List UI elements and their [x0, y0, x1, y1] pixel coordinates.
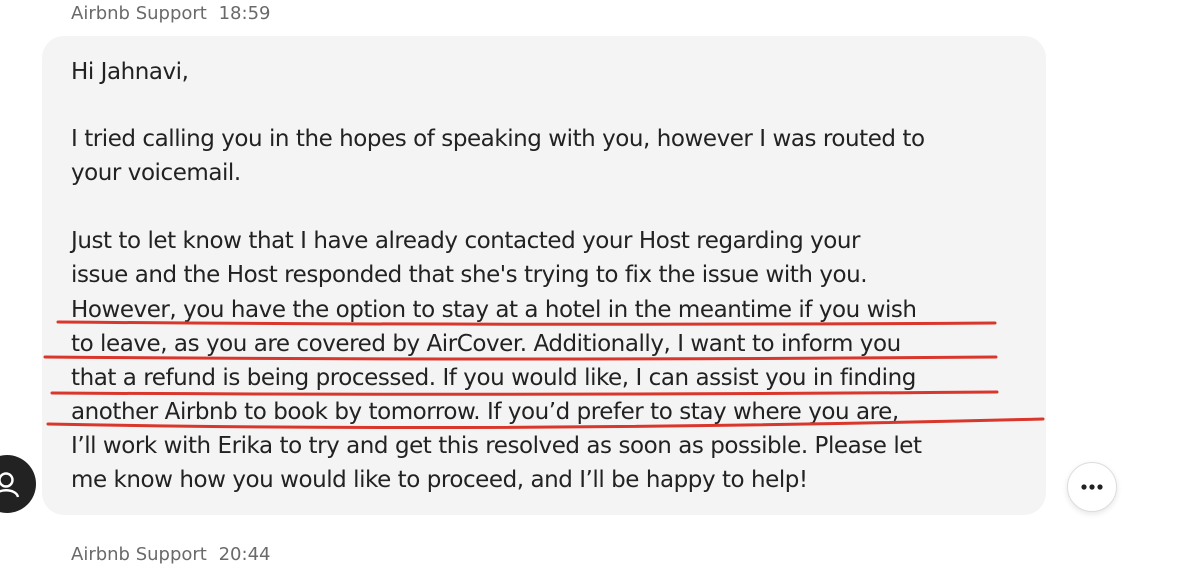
more-options-button[interactable] [1067, 462, 1117, 512]
message-line: that a refund is being processed. If you… [71, 365, 916, 391]
message-line: me know how you would like to proceed, a… [71, 467, 808, 493]
message-line: another Airbnb to book by tomorrow. If y… [71, 399, 899, 425]
message-line: Hi Jahnavi, [71, 59, 189, 85]
message-line: issue and the Host responded that she's … [71, 262, 868, 288]
message-line: to leave, as you are covered by AirCover… [71, 331, 901, 357]
more-horizontal-icon [1081, 484, 1103, 490]
message-line: However, you have the option to stay at … [71, 297, 917, 323]
avatar[interactable] [0, 455, 36, 513]
message-time: 20:44 [218, 544, 271, 565]
message-line: Just to let know that I have already con… [71, 228, 861, 254]
message-line: your voicemail. [71, 160, 241, 186]
user-icon [0, 472, 20, 498]
message-time: 18:59 [218, 3, 271, 24]
message-header: Airbnb Support 18:59 [71, 3, 270, 24]
chat-thread: Airbnb Support 18:59 Hi Jahnavi, I tried… [0, 0, 1200, 569]
sender-name: Airbnb Support [71, 3, 207, 24]
message-line: I tried calling you in the hopes of spea… [71, 126, 925, 152]
sender-name: Airbnb Support [71, 544, 207, 565]
message-line: I’ll work with Erika to try and get this… [71, 433, 922, 459]
message-header: Airbnb Support 20:44 [71, 544, 270, 565]
